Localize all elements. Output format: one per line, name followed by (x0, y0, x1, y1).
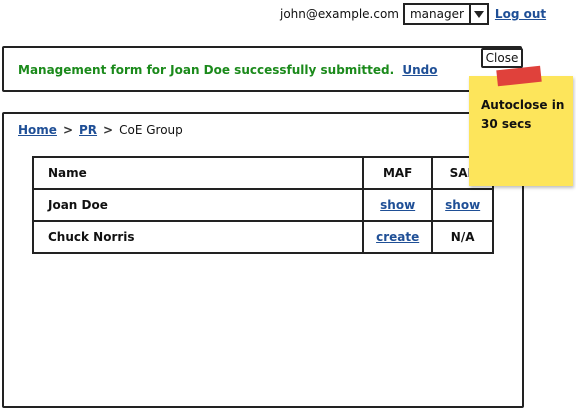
table-row: Joan Doe show show (32, 189, 494, 222)
user-email: john@example.com (280, 7, 399, 21)
chevron-down-icon[interactable] (468, 5, 487, 23)
user-bar: john@example.com manager Log out (280, 3, 546, 25)
row-maf-cell: create (361, 221, 434, 254)
breadcrumb-separator: > (62, 123, 73, 137)
logout-link[interactable]: Log out (495, 7, 546, 21)
breadcrumb-pr[interactable]: PR (79, 123, 97, 137)
breadcrumb-home[interactable]: Home (18, 123, 57, 137)
saf-show-link[interactable]: show (445, 198, 480, 212)
notification-text-wrap: Management form for Joan Doe successfull… (18, 63, 437, 77)
close-button[interactable]: Close (481, 48, 523, 68)
breadcrumb-current: CoE Group (119, 123, 183, 137)
breadcrumb: Home > PR > CoE Group (18, 123, 183, 137)
success-notification: Management form for Joan Doe successfull… (2, 46, 522, 92)
breadcrumb-separator: > (103, 123, 114, 137)
row-maf-cell: show (361, 189, 434, 222)
table-header-row: Name MAF SAF (32, 156, 494, 190)
pin-icon (496, 65, 542, 87)
row-name: Chuck Norris (32, 221, 364, 254)
notification-message: Management form for Joan Doe successfull… (18, 63, 395, 77)
column-header-maf: MAF (361, 156, 434, 190)
autoclose-sticky-note: Autoclose in 30 secs (469, 65, 573, 186)
row-name: Joan Doe (32, 189, 364, 222)
role-select[interactable]: manager (402, 3, 489, 25)
maf-create-link[interactable]: create (376, 230, 419, 244)
undo-link[interactable]: Undo (402, 63, 437, 77)
maf-show-link[interactable]: show (380, 198, 415, 212)
row-saf-na: N/A (431, 221, 494, 254)
column-header-name: Name (32, 156, 364, 190)
main-panel: Home > PR > CoE Group Name MAF SAF Joan … (2, 112, 524, 408)
sticky-note-text: Autoclose in 30 secs (481, 98, 565, 131)
forms-table: Name MAF SAF Joan Doe show show Chuck No… (32, 156, 494, 254)
row-saf-cell: show (431, 189, 494, 222)
table-row: Chuck Norris create N/A (32, 221, 494, 254)
role-select-value: manager (409, 7, 464, 21)
